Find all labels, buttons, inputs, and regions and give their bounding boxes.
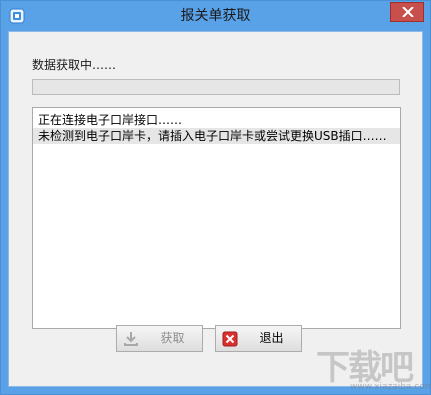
close-icon xyxy=(402,7,414,17)
dialog-window: 报关单获取 数据获取中…… 正在连接电子口岸接口…… 未检测到电子口岸卡，请插入… xyxy=(0,0,431,395)
progress-bar xyxy=(32,79,400,95)
exit-button-label: 退出 xyxy=(259,331,284,345)
close-icon xyxy=(222,331,238,347)
download-icon xyxy=(123,331,139,347)
log-line-selected[interactable]: 未检测到电子口岸卡，请插入电子口岸卡或尝试更换USB插口…… xyxy=(33,128,400,144)
log-line[interactable]: 正在连接电子口岸接口…… xyxy=(33,112,400,128)
exit-button[interactable]: 退出 xyxy=(215,325,302,352)
close-button[interactable] xyxy=(390,2,424,22)
title-bar[interactable]: 报关单获取 xyxy=(1,1,430,31)
window-title: 报关单获取 xyxy=(180,8,251,24)
fetch-button[interactable]: 获取 xyxy=(116,325,203,352)
status-label: 数据获取中…… xyxy=(32,58,117,72)
watermark-url: www.xiazaiba.com xyxy=(350,382,431,392)
log-list[interactable]: 正在连接电子口岸接口…… 未检测到电子口岸卡，请插入电子口岸卡或尝试更换USB插… xyxy=(32,107,401,329)
fetch-button-label: 获取 xyxy=(160,331,185,345)
